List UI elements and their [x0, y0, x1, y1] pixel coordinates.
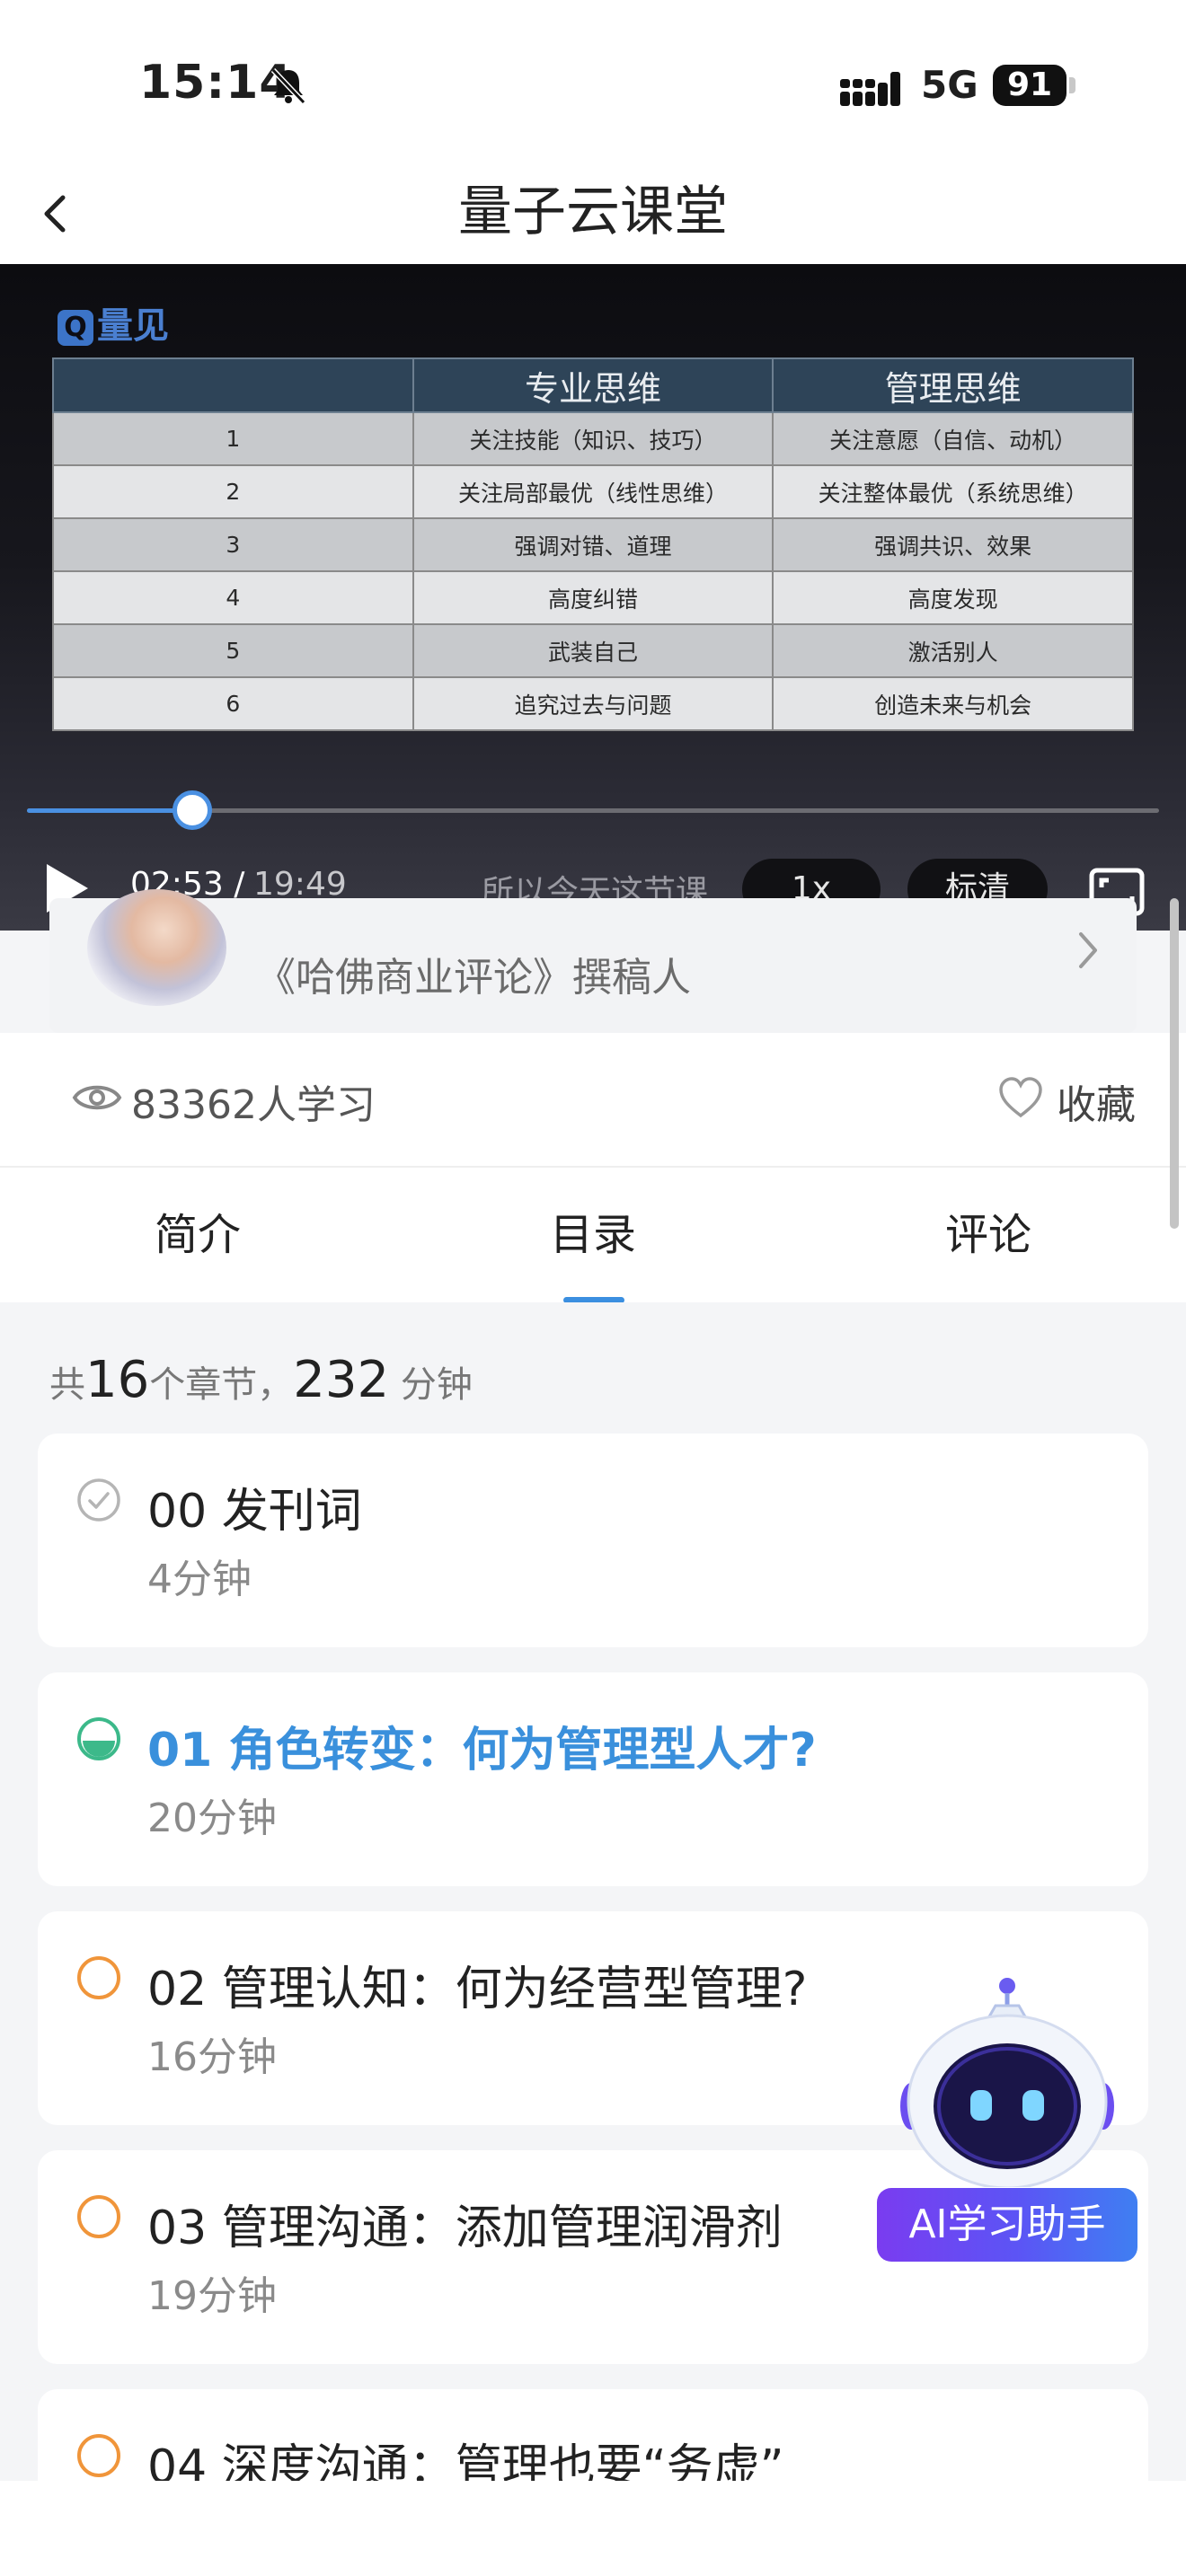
lesson-duration: 19分钟: [147, 2273, 277, 2319]
catalog-summary: 共16个章节，232 分钟: [49, 1351, 473, 1409]
course-page: 15:14 5G 91 量子云课堂 Q 量见 专业思维 管理思维 1 关注技能（…: [0, 0, 1186, 2576]
tab-comments[interactable]: 评论: [791, 1168, 1186, 1304]
bottom-safe-area: [0, 2481, 1186, 2576]
slide-cell: 强调共识、效果: [772, 517, 1134, 572]
battery-tip: [1069, 77, 1075, 93]
tab-intro[interactable]: 简介: [0, 1168, 395, 1304]
slide-cell: 关注意愿（自信、动机）: [772, 411, 1134, 466]
lesson-item[interactable]: 01 角色转变：何为管理型人才? 20分钟: [38, 1672, 1148, 1886]
slide-cell: 创造未来与机会: [772, 676, 1134, 731]
total-time: 19:49: [253, 866, 347, 903]
slide-cell: 2: [52, 464, 414, 519]
slide-cell: 关注整体最优（系统思维）: [772, 464, 1134, 519]
author-description: 《哈佛商业评论》撰稿人: [256, 955, 691, 1001]
video-watermark-logo: Q 量见: [58, 296, 169, 348]
chevron-right-icon: [1079, 932, 1097, 968]
half-filled-circle-icon: [77, 1717, 120, 1760]
empty-circle-icon: [77, 2434, 120, 2477]
course-stats: 83362人学习 收藏: [0, 1033, 1186, 1166]
slide-cell: 4: [52, 570, 414, 625]
slide-cell: 1: [52, 411, 414, 466]
ai-robot-icon[interactable]: [895, 1972, 1120, 2187]
video-progress-bar[interactable]: [27, 790, 1159, 830]
slide-cell: 6: [52, 676, 414, 731]
lesson-duration: 20分钟: [147, 1795, 277, 1841]
slide-cell: 高度纠错: [412, 570, 774, 625]
lesson-duration: 4分钟: [147, 1557, 252, 1602]
video-progress-handle[interactable]: [172, 790, 212, 830]
slide-header: 专业思维: [412, 357, 774, 413]
catalog-section: 共16个章节，232 分钟 00 发刊词 4分钟 01 角色转变：何为管理型人才…: [0, 1302, 1186, 2576]
slide-cell: 高度发现: [772, 570, 1134, 625]
lesson-title: 00 发刊词: [147, 1485, 362, 1539]
page-title: 量子云课堂: [458, 181, 728, 243]
network-type: 5G: [921, 63, 978, 107]
slide-cell: 关注局部最优（线性思维）: [412, 464, 774, 519]
slide-cell: 强调对错、道理: [412, 517, 774, 572]
tab-catalog[interactable]: 目录: [395, 1168, 791, 1304]
favorite-button[interactable]: 收藏: [1057, 1072, 1136, 1130]
slide-row: 6 追究过去与问题 创造未来与机会: [52, 676, 1134, 731]
tab-bar: 简介 目录 评论: [0, 1166, 1186, 1304]
status-bar: 15:14 5G 91: [0, 0, 1186, 162]
slide-cell: 武装自己: [412, 623, 774, 678]
battery-level: 91: [993, 65, 1067, 106]
slide-cell: 3: [52, 517, 414, 572]
empty-circle-icon: [77, 1956, 120, 1999]
slide-header: 管理思维: [772, 357, 1134, 413]
slide-row: 3 强调对错、道理 强调共识、效果: [52, 517, 1134, 572]
slide-cell: 追究过去与问题: [412, 676, 774, 731]
slide-header: [52, 357, 414, 413]
author-avatar: [87, 889, 226, 1006]
slide-cell: 激活别人: [772, 623, 1134, 678]
slide-row: 1 关注技能（知识、技巧） 关注意愿（自信、动机）: [52, 411, 1134, 466]
video-player[interactable]: Q 量见 专业思维 管理思维 1 关注技能（知识、技巧） 关注意愿（自信、动机） …: [0, 264, 1186, 931]
lesson-title: 01 角色转变：何为管理型人才?: [147, 1724, 817, 1778]
slide-cell: 关注技能（知识、技巧）: [412, 411, 774, 466]
video-progress-fill: [27, 808, 192, 813]
lesson-title: 02 管理认知：何为经营型管理?: [147, 1963, 808, 2016]
bell-muted-icon: [270, 67, 306, 105]
video-logo-text: 量见: [97, 305, 169, 347]
lesson-title: 03 管理沟通：添加管理润滑剂: [147, 2201, 783, 2255]
slide-row: 4 高度纠错 高度发现: [52, 570, 1134, 625]
slide-row: 5 武装自己 激活别人: [52, 623, 1134, 678]
learner-count: 83362人学习: [131, 1082, 376, 1128]
slide-row: 2 关注局部最优（线性思维） 关注整体最优（系统思维）: [52, 464, 1134, 519]
ai-assistant-button[interactable]: AI学习助手: [877, 2188, 1137, 2262]
check-circle-icon: [77, 1478, 120, 1522]
eye-icon: [72, 1085, 122, 1110]
scrollbar[interactable]: [1170, 898, 1179, 1229]
empty-circle-icon: [77, 2195, 120, 2238]
author-card[interactable]: 《哈佛商业评论》撰稿人: [49, 889, 1137, 1033]
nav-bar: 量子云课堂: [0, 162, 1186, 264]
slide-table: 专业思维 管理思维 1 关注技能（知识、技巧） 关注意愿（自信、动机） 2 关注…: [52, 357, 1134, 731]
lesson-duration: 16分钟: [147, 2034, 277, 2080]
lesson-item[interactable]: 00 发刊词 4分钟: [38, 1434, 1148, 1647]
signal-icon: [840, 72, 900, 106]
slide-cell: 5: [52, 623, 414, 678]
heart-icon[interactable]: [997, 1076, 1044, 1119]
